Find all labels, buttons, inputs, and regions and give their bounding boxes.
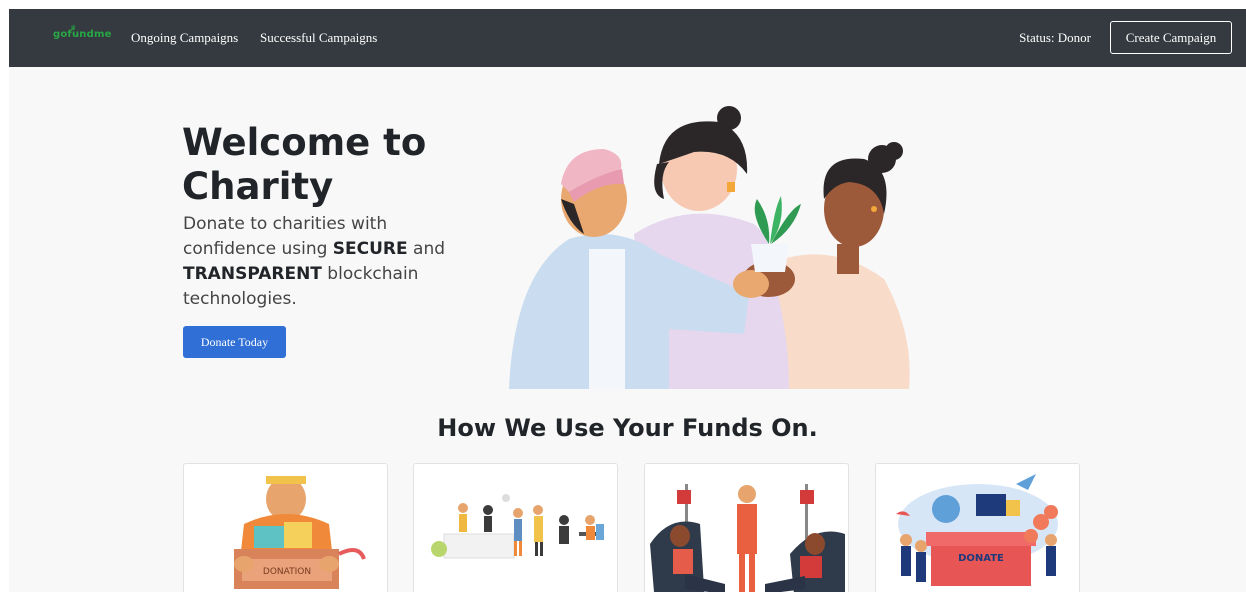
donation-box-illustration: DONATION — [234, 476, 366, 589]
brand-text: gofundme — [53, 29, 112, 40]
nav-successful-campaigns[interactable]: Successful Campaigns — [260, 30, 377, 46]
hero-and-text: and — [407, 239, 446, 259]
donation-box-label: DONATION — [263, 567, 311, 577]
hero-subtitle: Donate to charities with confidence usin… — [183, 212, 473, 312]
brand-logo[interactable]: ♛ gofundme — [53, 24, 112, 40]
hero-title: Welcome to Charity — [182, 121, 427, 208]
donate-illustration: DONATE — [896, 474, 1058, 586]
donate-box-label: DONATE — [958, 553, 1004, 564]
hero-secure-text: SECURE — [332, 239, 408, 259]
page-frame: ♛ gofundme Ongoing Campaigns Successful … — [9, 9, 1246, 592]
funds-section-title: How We Use Your Funds On. — [437, 414, 818, 442]
crown-icon: ♛ — [70, 24, 77, 32]
hero-transparent-text: TRANSPARENT — [183, 264, 322, 284]
card-blood-donation[interactable] — [644, 463, 849, 592]
create-campaign-button[interactable]: Create Campaign — [1110, 21, 1232, 54]
nav-ongoing-campaigns[interactable]: Ongoing Campaigns — [131, 30, 238, 46]
donate-today-button[interactable]: Donate Today — [183, 326, 286, 358]
user-status: Status: Donor — [1019, 30, 1091, 45]
card-donate[interactable]: DONATE — [875, 463, 1080, 592]
card-donation-box[interactable]: DONATION — [183, 463, 388, 592]
hero-illustration — [509, 106, 910, 389]
community-illustration — [431, 494, 604, 559]
card-community[interactable] — [413, 463, 618, 592]
top-navbar: ♛ gofundme Ongoing Campaigns Successful … — [9, 9, 1246, 67]
blood-donation-illustration — [650, 484, 845, 592]
